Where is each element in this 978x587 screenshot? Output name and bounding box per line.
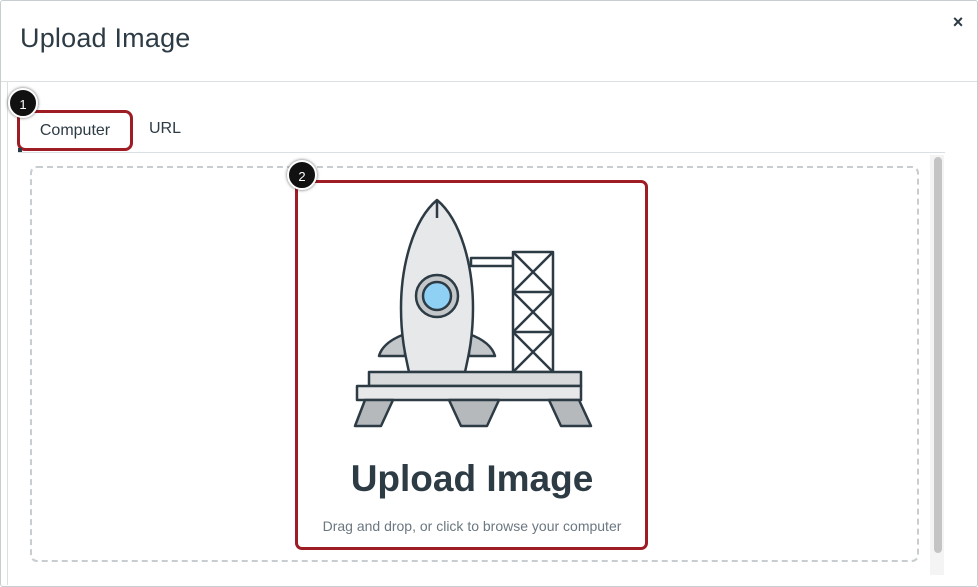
upload-heading: Upload Image <box>350 458 594 499</box>
close-button[interactable]: × <box>948 12 968 32</box>
upload-instructions: Drag and drop, or click to browse your c… <box>322 518 622 534</box>
dialog-header: Upload Image <box>1 1 977 82</box>
callout-badge-2: 2 <box>287 160 317 190</box>
scrollbar-thumb[interactable] <box>934 157 942 553</box>
tab-computer[interactable]: Computer <box>17 110 133 151</box>
rocket-launch-pad-icon <box>353 198 593 428</box>
callout-badge-1: 1 <box>8 88 38 118</box>
dialog-title: Upload Image <box>20 23 191 53</box>
tab-url[interactable]: URL <box>149 120 181 138</box>
tabs-divider <box>18 152 945 153</box>
